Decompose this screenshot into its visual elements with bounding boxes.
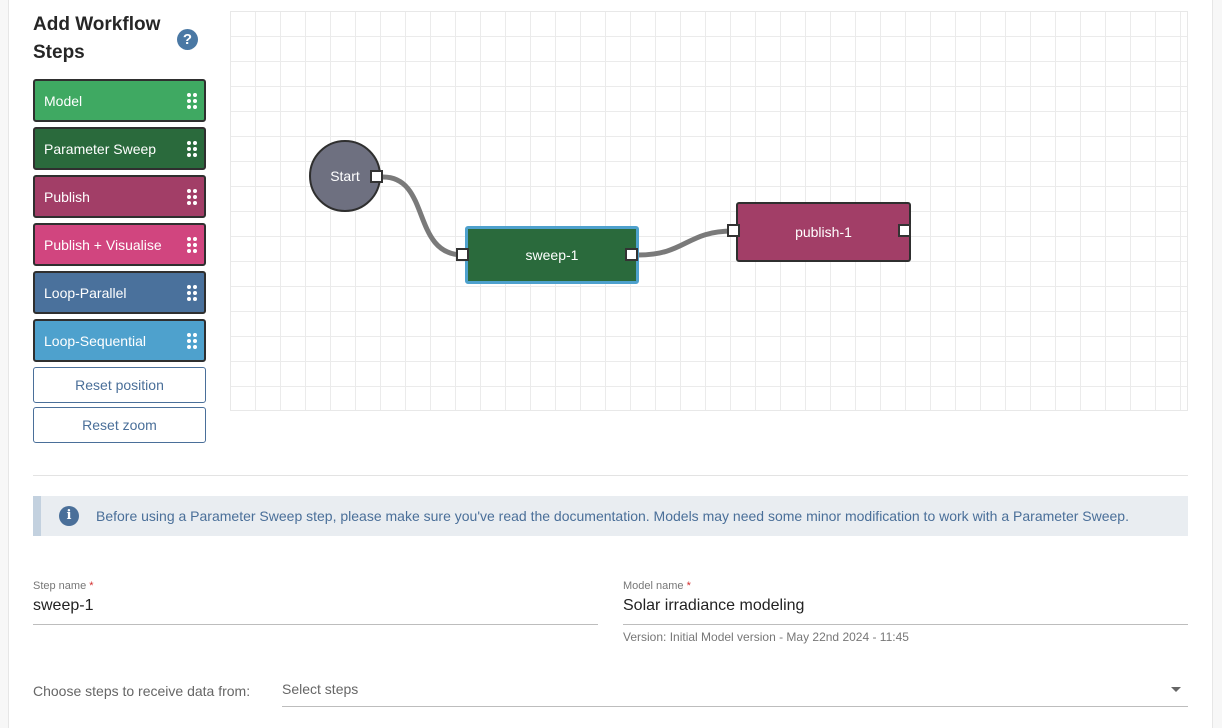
grip-dot <box>187 152 191 157</box>
right-scrollbar-track[interactable] <box>1212 0 1222 728</box>
grip-dot <box>193 194 197 199</box>
grip-dot <box>193 200 197 205</box>
grip-dot <box>193 338 197 343</box>
publish-1-node-label: publish-1 <box>795 224 852 240</box>
grip-dot <box>187 146 191 151</box>
grip-dot <box>193 92 197 97</box>
grip-dot <box>193 332 197 337</box>
left-border <box>0 0 9 728</box>
drag-handle-icon[interactable] <box>187 92 197 109</box>
sweep-1-input-port[interactable] <box>456 248 469 261</box>
workflow-canvas[interactable]: Start sweep-1 publish-1 <box>230 11 1188 411</box>
step-type-label: Parameter Sweep <box>44 140 157 157</box>
sweep-1-node-label: sweep-1 <box>525 247 579 263</box>
grip-dot <box>187 104 191 109</box>
grip-dot <box>187 236 191 241</box>
grip-dot <box>193 104 197 109</box>
grip-dot <box>187 248 191 253</box>
info-icon: i <box>59 506 79 526</box>
grip-dot <box>193 242 197 247</box>
step-type-label: Model <box>44 92 83 109</box>
grip-dot <box>187 92 191 97</box>
step-name-underline <box>33 624 598 625</box>
link-start-to-sweep-1[interactable] <box>380 174 466 258</box>
drag-handle-icon[interactable] <box>187 236 197 253</box>
grip-dot <box>193 344 197 349</box>
required-asterisk: * <box>686 580 691 592</box>
grip-dot <box>193 188 197 193</box>
step-type-publish[interactable]: Publish <box>33 175 206 218</box>
drag-handle-icon[interactable] <box>187 140 197 157</box>
reset-position-button[interactable]: Reset position <box>33 367 206 403</box>
help-icon[interactable]: ? <box>177 29 198 50</box>
grip-dot <box>187 332 191 337</box>
drag-handle-icon[interactable] <box>187 188 197 205</box>
grip-dot <box>187 344 191 349</box>
step-name-input[interactable] <box>33 597 598 615</box>
grip-dot <box>193 140 197 145</box>
step-type-label: Loop-Sequential <box>44 332 146 349</box>
grip-dot <box>193 146 197 151</box>
step-type-label: Publish <box>44 188 90 205</box>
start-node-label: Start <box>330 168 360 184</box>
sweep-1-output-port[interactable] <box>625 248 638 261</box>
step-type-parameter-sweep[interactable]: Parameter Sweep <box>33 127 206 170</box>
publish-1-output-port[interactable] <box>898 224 911 237</box>
step-name-label: Step name * <box>33 580 94 592</box>
publish-1-node[interactable]: publish-1 <box>736 202 911 262</box>
grip-dot <box>187 242 191 247</box>
grip-dot <box>187 98 191 103</box>
grip-dot <box>187 338 191 343</box>
grip-dot <box>187 290 191 295</box>
reset-zoom-button[interactable]: Reset zoom <box>33 407 206 443</box>
info-banner: i Before using a Parameter Sweep step, p… <box>33 496 1188 536</box>
section-divider <box>33 475 1188 476</box>
grip-dot <box>193 98 197 103</box>
grip-dot <box>187 284 191 289</box>
link-sweep-1-to-publish-1[interactable] <box>635 228 736 258</box>
required-asterisk: * <box>89 580 94 592</box>
select-steps-placeholder: Select steps <box>282 681 359 697</box>
model-name-label: Model name * <box>623 580 691 592</box>
model-name-underline <box>623 624 1188 625</box>
grip-dot <box>187 200 191 205</box>
step-type-model[interactable]: Model <box>33 79 206 122</box>
model-version-hint: Version: Initial Model version - May 22n… <box>623 630 909 644</box>
info-message: Before using a Parameter Sweep step, ple… <box>96 508 1129 524</box>
step-type-label: Loop-Parallel <box>44 284 127 301</box>
start-output-port[interactable] <box>370 170 383 183</box>
publish-1-input-port[interactable] <box>727 224 740 237</box>
chevron-down-icon[interactable] <box>1171 687 1181 692</box>
grip-dot <box>193 296 197 301</box>
drag-handle-icon[interactable] <box>187 284 197 301</box>
grip-dot <box>193 284 197 289</box>
grip-dot <box>193 236 197 241</box>
model-name-input[interactable] <box>623 597 1188 615</box>
select-steps-dropdown[interactable]: Select steps <box>282 675 1188 707</box>
step-type-label: Publish + Visualise <box>44 236 162 253</box>
sweep-1-node[interactable]: sweep-1 <box>465 226 639 284</box>
grip-dot <box>187 194 191 199</box>
step-type-loop-parallel[interactable]: Loop-Parallel <box>33 271 206 314</box>
select-steps-underline <box>282 706 1188 707</box>
step-type-publish-visualise[interactable]: Publish + Visualise <box>33 223 206 266</box>
grip-dot <box>193 152 197 157</box>
grip-dot <box>193 248 197 253</box>
grip-dot <box>187 140 191 145</box>
palette-title: Add Workflow Steps <box>33 14 161 63</box>
grip-dot <box>193 290 197 295</box>
grip-dot <box>187 188 191 193</box>
grip-dot <box>187 296 191 301</box>
step-type-loop-sequential[interactable]: Loop-Sequential <box>33 319 206 362</box>
drag-handle-icon[interactable] <box>187 332 197 349</box>
workflow-links <box>380 174 736 258</box>
receive-from-label: Choose steps to receive data from: <box>33 683 251 699</box>
